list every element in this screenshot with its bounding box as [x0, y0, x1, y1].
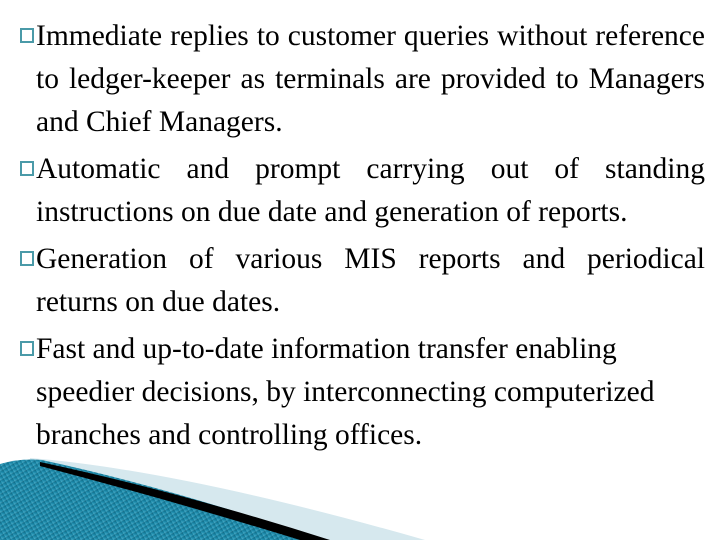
teal-swoosh-shape: [0, 459, 320, 540]
bullet-item: Immediate replies to customer queries wi…: [20, 15, 705, 144]
square-bullet-icon: [20, 28, 34, 43]
square-bullet-icon: [20, 161, 34, 176]
bullet-text: Immediate replies to customer queries wi…: [36, 20, 705, 138]
light-swoosh-band: [30, 458, 425, 540]
square-bullet-icon: [20, 251, 34, 266]
bullet-text: Fast and up-to-date information transfer…: [36, 333, 655, 451]
bullet-text: Automatic and prompt carrying out of sta…: [36, 153, 705, 228]
square-bullet-icon: [20, 341, 34, 356]
bullet-text: Generation of various MIS reports and pe…: [36, 243, 705, 318]
bullet-item: Automatic and prompt carrying out of sta…: [20, 148, 705, 234]
black-swoosh-stroke: [40, 462, 330, 540]
bullet-item: Fast and up-to-date information transfer…: [20, 328, 705, 457]
bullet-item: Generation of various MIS reports and pe…: [20, 238, 705, 324]
slide-content: Immediate replies to customer queries wi…: [20, 15, 705, 461]
